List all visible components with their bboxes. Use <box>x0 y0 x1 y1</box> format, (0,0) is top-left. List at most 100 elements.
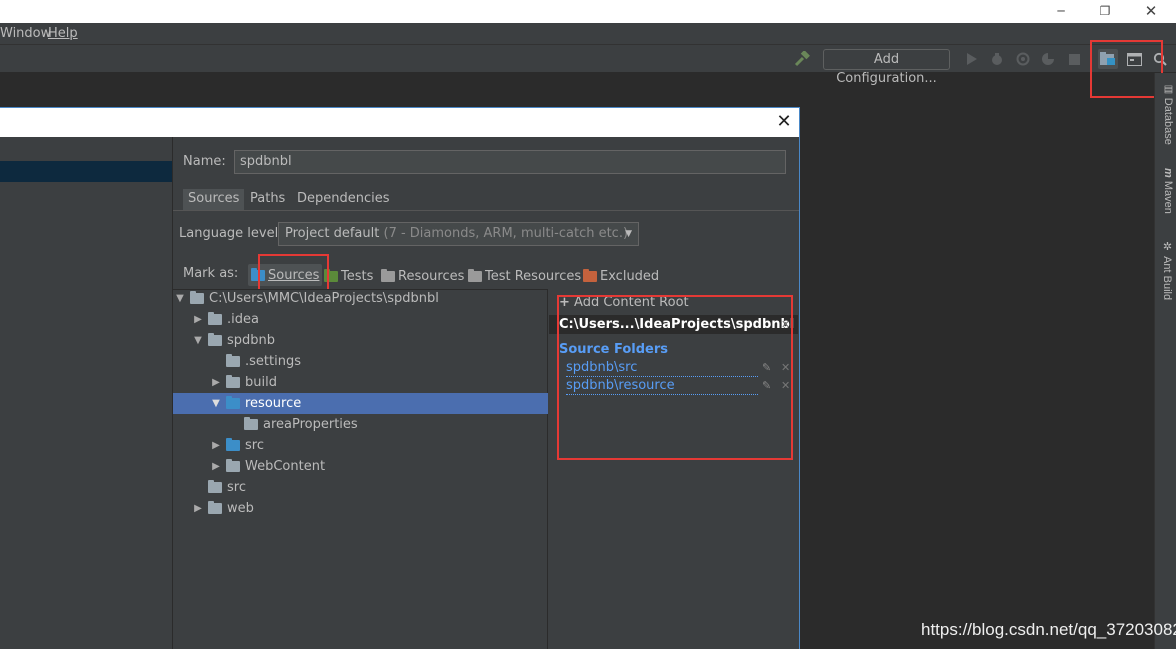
tool-database[interactable]: ▤ Database <box>1156 84 1174 145</box>
remove-icon[interactable]: ✕ <box>781 379 790 392</box>
folder-icon <box>190 291 204 304</box>
tree-node-resource[interactable]: ▼ resource <box>211 393 301 414</box>
folder-icon <box>208 501 222 514</box>
watermark-text: https://blog.csdn.net/qq_37203082 <box>921 620 1176 639</box>
tree-node-idea[interactable]: ▶ .idea <box>193 309 259 330</box>
project-structure-icon[interactable] <box>1098 49 1118 69</box>
remove-root-icon[interactable]: ✕ <box>781 318 790 331</box>
mark-resources-button[interactable]: Resources <box>381 267 464 285</box>
mark-sources-label: Sources <box>268 267 320 283</box>
terminal-window-icon[interactable] <box>1124 49 1144 69</box>
tab-paths[interactable]: Paths <box>245 189 290 210</box>
build-hammer-icon[interactable] <box>792 49 812 69</box>
tree-node-areaproperties[interactable]: areaProperties <box>244 414 358 435</box>
source-folders-title: Source Folders <box>559 342 669 357</box>
maven-icon: m <box>1162 168 1174 181</box>
menu-window[interactable]: Window <box>0 23 51 45</box>
expand-down-icon: ▼ <box>176 293 184 304</box>
mark-tests-button[interactable]: Tests <box>324 267 373 285</box>
tab-dependencies[interactable]: Dependencies <box>292 189 395 210</box>
tree-node-src-root[interactable]: src <box>208 477 246 498</box>
language-level-select[interactable]: Project default (7 - Diamonds, ARM, mult… <box>278 222 639 246</box>
tree-node-label: src <box>245 438 264 453</box>
module-name-input[interactable]: spdbnbl <box>234 150 786 174</box>
source-folder-icon <box>226 438 240 451</box>
database-icon: ▤ <box>1163 84 1174 98</box>
add-content-root-button[interactable]: + Add Content Root <box>559 295 689 310</box>
folder-icon <box>226 375 240 388</box>
content-root-path: C:\Users...\IdeaProjects\spdbnbl <box>549 315 798 334</box>
tests-folder-icon <box>324 268 338 282</box>
menu-help[interactable]: Help <box>48 23 78 45</box>
menu-bar <box>0 23 1176 45</box>
tab-sources[interactable]: Sources <box>183 189 245 210</box>
tool-database-label: Database <box>1162 97 1174 145</box>
mark-test-resources-button[interactable]: Test Resources <box>468 267 581 285</box>
source-folder-icon <box>226 396 240 409</box>
test-resources-folder-icon <box>468 268 482 282</box>
tool-ant-build[interactable]: ✲ Ant Build <box>1156 240 1174 300</box>
expand-right-icon: ▶ <box>194 314 202 325</box>
stop-icon[interactable] <box>1064 49 1084 69</box>
debug-icon[interactable] <box>987 49 1007 69</box>
tree-node-settings[interactable]: .settings <box>226 351 301 372</box>
tree-node-label: resource <box>245 396 302 411</box>
expand-down-icon: ▼ <box>194 335 202 346</box>
folder-icon <box>226 459 240 472</box>
edit-pencil-icon[interactable]: ✎ <box>762 379 771 392</box>
tree-node-label: web <box>227 501 254 516</box>
source-folder-item[interactable]: spdbnb\resource <box>566 378 758 395</box>
tree-node-root[interactable]: ▼ C:\Users\MMC\IdeaProjects\spdbnbl <box>175 288 439 309</box>
tree-node-web[interactable]: ▶ web <box>193 498 254 519</box>
edit-pencil-icon[interactable]: ✎ <box>762 361 771 374</box>
tree-node-webcontent[interactable]: ▶ WebContent <box>211 456 325 477</box>
chevron-down-icon: ▼ <box>625 229 632 239</box>
mark-test-resources-label: Test Resources <box>485 268 582 284</box>
package-folder-icon <box>244 417 258 430</box>
tree-node-label: .settings <box>245 354 301 369</box>
resources-folder-icon <box>381 268 395 282</box>
tree-node-src[interactable]: ▶ src <box>211 435 264 456</box>
coverage-icon[interactable] <box>1013 49 1033 69</box>
mark-sources-button[interactable]: Sources <box>248 264 323 286</box>
tree-node-label: WebContent <box>245 459 326 474</box>
plus-icon: + <box>559 295 570 310</box>
run-icon[interactable] <box>962 49 982 69</box>
tool-maven[interactable]: m Maven <box>1156 168 1174 214</box>
tree-node-label: .idea <box>227 312 259 327</box>
tree-node-spdbnb[interactable]: ▼ spdbnb <box>193 330 275 351</box>
tool-ant-build-label: Ant Build <box>1161 256 1173 301</box>
expand-right-icon: ▶ <box>212 377 220 388</box>
mark-excluded-label: Excluded <box>600 268 660 284</box>
settings-sidebar <box>0 137 173 649</box>
close-dialog-icon[interactable]: ✕ <box>772 110 796 134</box>
tree-node-label: src <box>227 480 246 495</box>
add-content-root-label: Add Content Root <box>574 295 689 310</box>
mark-excluded-button[interactable]: Excluded <box>583 267 659 285</box>
mark-as-label: Mark as: <box>183 266 239 281</box>
expand-right-icon: ▶ <box>194 503 202 514</box>
profile-icon[interactable] <box>1038 49 1058 69</box>
mark-tests-label: Tests <box>341 268 374 284</box>
tree-node-label: build <box>245 375 277 390</box>
restore-icon[interactable]: ❐ <box>1082 0 1128 23</box>
expand-down-icon: ▼ <box>212 398 220 409</box>
minimize-icon[interactable]: ─ <box>1038 0 1084 23</box>
mark-resources-label: Resources <box>398 268 465 284</box>
add-configuration-button[interactable]: Add Configuration... <box>823 49 950 86</box>
expand-right-icon: ▶ <box>212 461 220 472</box>
remove-icon[interactable]: ✕ <box>781 361 790 374</box>
source-folder-item[interactable]: spdbnb\src <box>566 360 758 377</box>
expand-right-icon: ▶ <box>212 440 220 451</box>
title-bar <box>0 0 1176 23</box>
sidebar-selected-item[interactable] <box>0 161 172 182</box>
search-icon[interactable] <box>1150 49 1170 69</box>
close-window-icon[interactable]: ✕ <box>1128 0 1174 23</box>
folder-icon <box>208 333 222 346</box>
tool-maven-label: Maven <box>1162 180 1174 214</box>
language-level-label: Language level: <box>179 226 283 241</box>
folder-icon <box>208 312 222 325</box>
tree-node-build[interactable]: ▶ build <box>211 372 277 393</box>
folder-icon <box>208 480 222 493</box>
tree-node-label: spdbnb <box>227 333 276 348</box>
